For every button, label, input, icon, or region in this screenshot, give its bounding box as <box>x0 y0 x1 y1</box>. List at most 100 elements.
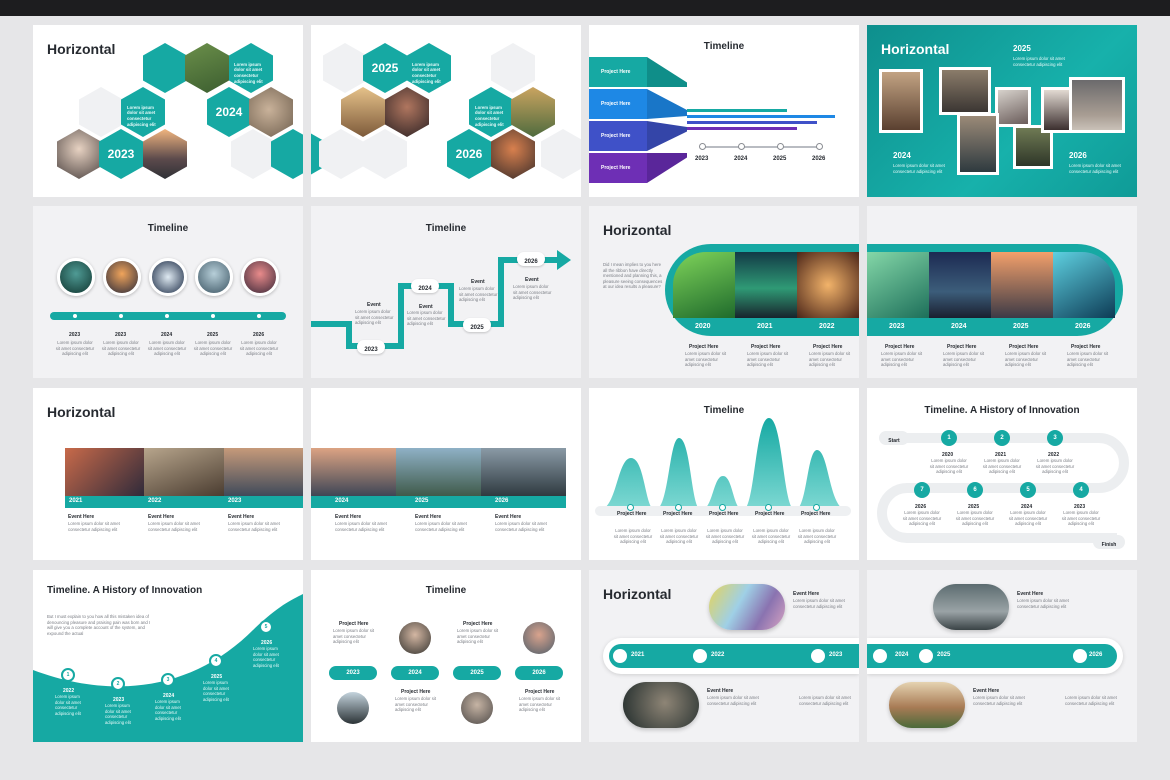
hex-teal <box>271 129 303 179</box>
year-text: Lorem ipsum dolor sit amet consectetur a… <box>893 163 945 174</box>
event-label: Event <box>367 302 381 308</box>
year-label: 2024 <box>161 332 173 338</box>
project-text: Lorem ipsum dolor sit amet consectetur a… <box>881 351 923 368</box>
slide-11[interactable]: Timeline Project Here Project Here Proje… <box>589 388 859 560</box>
year-text: Lorem ipsum dolor sit amet consectetur a… <box>955 510 995 527</box>
peak-dot <box>719 504 726 511</box>
hex-text: Lorem ipsum dolor sit amet consectetur a… <box>121 87 165 137</box>
year-label: 2021 <box>757 323 773 330</box>
timeline-dot <box>693 649 707 663</box>
step-circle: 1 <box>941 430 957 446</box>
slide-title: Horizontal <box>47 41 116 57</box>
slide-10[interactable]: 2024 2025 2026 Event Here Lorem ipsum do… <box>311 388 581 560</box>
hex-blank <box>319 129 363 179</box>
slide-15[interactable]: Horizontal Event Here Lorem ipsum dolor … <box>589 570 859 742</box>
body-text: Did I mean implies to you here all the r… <box>603 262 663 290</box>
hex-blank <box>363 129 407 179</box>
year-label: 2023 <box>695 156 709 162</box>
photo-circle <box>399 622 431 654</box>
slide-9[interactable]: Horizontal 2021 2022 2023 Event Here Lor… <box>33 388 303 560</box>
slide-8[interactable]: 2023 2024 2025 2026 Project Here Lorem i… <box>867 206 1137 378</box>
year-label: 2026 <box>1075 323 1091 330</box>
slide-7[interactable]: Horizontal Did I mean implies to you her… <box>589 206 859 378</box>
timeline-dot <box>873 649 887 663</box>
year-text: Lorem ipsum dolor sit amet consectetur a… <box>55 694 81 716</box>
year-label: 2026 <box>812 156 826 162</box>
tick-dot <box>73 314 77 318</box>
year-label: 2025 <box>1013 44 1031 53</box>
slide-13[interactable]: Timeline. A History of Innovation But I … <box>33 570 303 742</box>
step-circle: 5 <box>1020 482 1036 498</box>
slide-6[interactable]: Timeline 2023 2024 2025 2026 Event Lorem… <box>311 206 581 378</box>
hex-text: Lorem ipsum dolor sit amet consectetur a… <box>469 87 513 137</box>
tick-dot <box>257 314 261 318</box>
photo-pill <box>889 682 965 728</box>
bar <box>687 121 817 124</box>
year-band <box>311 496 566 508</box>
slide-4[interactable]: Horizontal 2025 Lorem ipsum dolor sit am… <box>867 25 1137 197</box>
event-text: Lorem ipsum dolor sit amet consectetur a… <box>407 310 446 327</box>
step-circle: 3 <box>161 673 175 687</box>
event-text: Lorem ipsum dolor sit amet consectetur a… <box>495 521 547 532</box>
year-text: Lorem ipsum dolor sit amet consectetur a… <box>253 646 279 668</box>
project-label: Project Here <box>751 344 781 350</box>
photo-circle <box>57 258 95 296</box>
year-label: 2020 <box>695 323 711 330</box>
slide-14[interactable]: Timeline Project Here Lorem ipsum dolor … <box>311 570 581 742</box>
hex-teal <box>143 43 187 93</box>
slide-5[interactable]: Timeline 2023 2023 2024 2025 2026 Lorem … <box>33 206 303 378</box>
slide-title: Timeline <box>425 585 467 596</box>
event-text: Lorem ipsum dolor sit amet consectetur a… <box>68 521 120 532</box>
project-text: Lorem ipsum dolor sit amet consectetur a… <box>1067 351 1109 368</box>
project-label: Project Here <box>885 344 915 350</box>
project-label: Project Here <box>601 133 631 139</box>
photo-circle <box>523 622 555 654</box>
peak-dot <box>675 504 682 511</box>
year-label: 2024 <box>895 652 909 658</box>
hex-photo <box>385 87 429 137</box>
project-label: Project Here <box>689 344 719 350</box>
year-label: 2025 <box>415 498 429 504</box>
slide-12[interactable]: Timeline. A History of Innovation Start … <box>867 388 1137 560</box>
event-label: Event Here <box>148 514 175 520</box>
event-text: Lorem ipsum dolor sit amet consectetur a… <box>799 695 851 706</box>
year-label: 2024 <box>335 498 349 504</box>
project-text: Lorem ipsum dolor sit amet consectetur a… <box>747 351 789 368</box>
photo-circle <box>461 692 493 724</box>
year-label: 2026 <box>253 332 265 338</box>
step-circle: 7 <box>914 482 930 498</box>
photo-frame <box>995 87 1031 127</box>
project-band-fold <box>647 57 687 87</box>
year-pill: 2026 <box>515 666 563 680</box>
event-label: Event <box>471 279 485 285</box>
year-text: Lorem ipsum dolor sit amet consectetur a… <box>239 340 279 357</box>
axis <box>701 146 821 148</box>
tick-dot <box>699 143 706 150</box>
year-label: 2022 <box>148 498 162 504</box>
year-label: 2025 <box>1013 323 1029 330</box>
year-text: Lorem ipsum dolor sit amet consectetur a… <box>55 340 95 357</box>
slide-title: Horizontal <box>881 41 950 57</box>
bar <box>687 127 797 130</box>
year-label: 2023 <box>829 652 843 658</box>
slide-title: Timeline. A History of Innovation <box>924 405 1080 416</box>
peak-dot <box>765 504 772 511</box>
year-text: Lorem ipsum dolor sit amet consectetur a… <box>1069 163 1121 174</box>
peak-dot <box>627 504 634 511</box>
year-label: 2022 <box>819 323 835 330</box>
event-text: Lorem ipsum dolor sit amet consectetur a… <box>335 521 387 532</box>
slide-1[interactable]: Horizontal Lorem ipsum dolor sit amet co… <box>33 25 303 197</box>
year-band <box>65 496 303 508</box>
hex-blank <box>79 87 123 137</box>
year-badge: 2025 <box>463 318 491 332</box>
slide-3[interactable]: Timeline Project Here Project Here Proje… <box>589 25 859 197</box>
year-label: 2026 <box>1069 151 1087 160</box>
slide-16[interactable]: Event Here Lorem ipsum dolor sit amet co… <box>867 570 1137 742</box>
hex-photo <box>249 87 293 137</box>
event-text: Lorem ipsum dolor sit amet consectetur a… <box>707 695 759 706</box>
project-label: Project Here <box>339 621 369 627</box>
step-circle: 1 <box>61 668 75 682</box>
year-label: 2023 <box>69 332 81 338</box>
bar <box>687 115 835 118</box>
slide-2[interactable]: 2025 Lorem ipsum dolor sit amet consecte… <box>311 25 581 197</box>
